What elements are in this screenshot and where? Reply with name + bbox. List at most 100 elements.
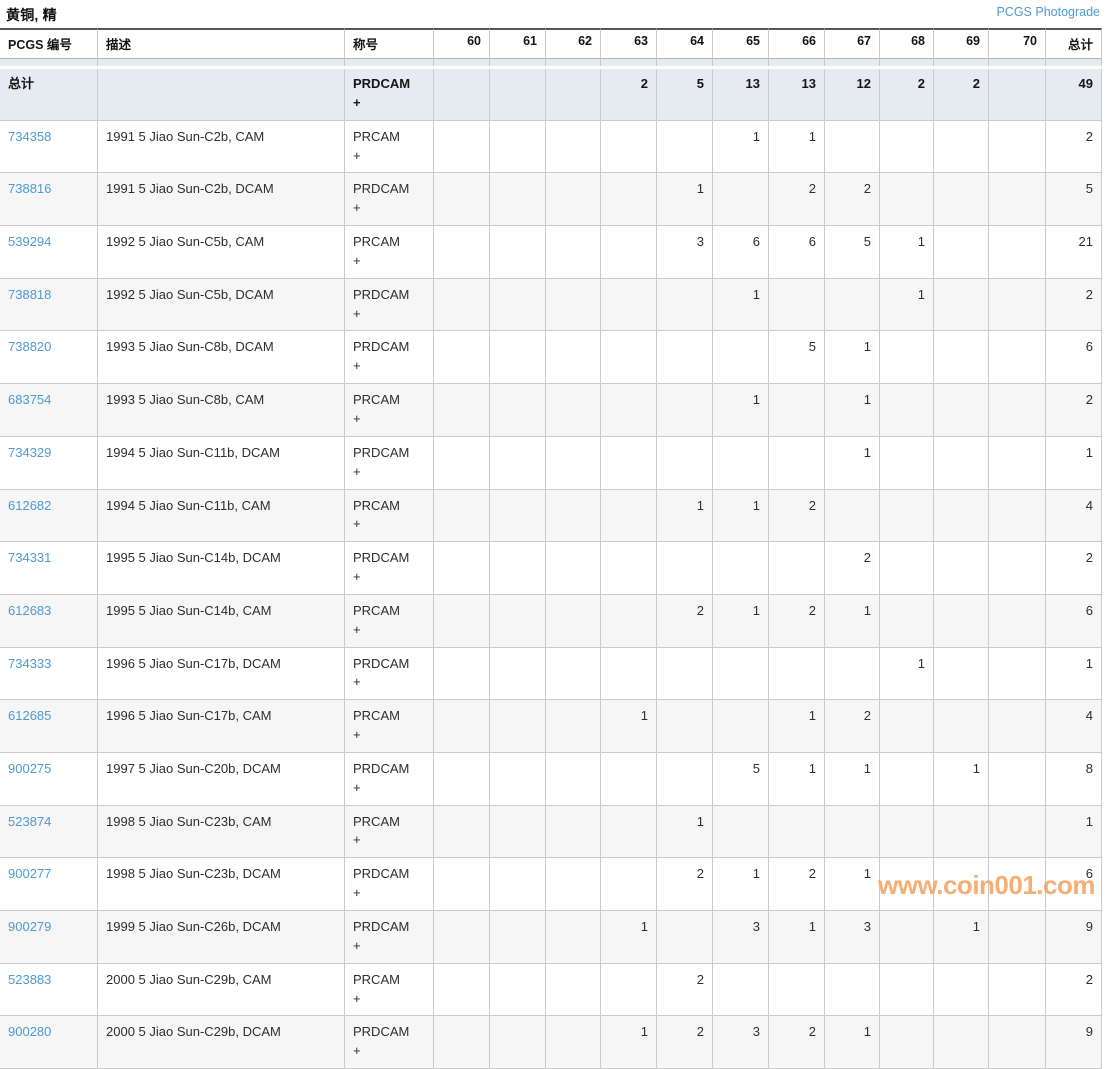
pcgs-number-cell: 612683: [0, 595, 98, 648]
grade-count-62: [546, 1016, 601, 1069]
grade-count-62: [546, 437, 601, 490]
pcgs-number-link[interactable]: 900279: [8, 919, 51, 934]
grade-count-65: [713, 648, 769, 701]
grade-count-60: [434, 121, 490, 174]
grade-count-62: [546, 226, 601, 279]
grade-count-63: [601, 806, 657, 859]
pcgs-number-cell: 900277: [0, 858, 98, 911]
grade-count-67: 1: [825, 595, 880, 648]
grade-count-62: [546, 964, 601, 1017]
pcgs-number-link[interactable]: 612682: [8, 498, 51, 513]
grade-count-68: [880, 490, 934, 543]
pcgs-number-cell: 683754: [0, 384, 98, 437]
spacer-cell: [98, 59, 345, 66]
grade-count-63: 1: [601, 700, 657, 753]
grade-count-63: [601, 279, 657, 332]
pcgs-number-cell: 738818: [0, 279, 98, 332]
pcgs-number-cell: 612685: [0, 700, 98, 753]
pcgs-number-link[interactable]: 734333: [8, 656, 51, 671]
grade-count-69: [934, 226, 989, 279]
grade-count-69: [934, 384, 989, 437]
pcgs-number-cell: 734358: [0, 121, 98, 174]
designation-label: PRCAM+: [345, 700, 434, 753]
grade-count-67: 1: [825, 1016, 880, 1069]
grade-count-68: 1: [880, 648, 934, 701]
designation-label: PRCAM+: [345, 964, 434, 1017]
column-header-total: 总计: [1046, 28, 1102, 59]
table-row: 7343581991 5 Jiao Sun-C2b, CAMPRCAM+112: [0, 121, 1102, 174]
grade-count-68: [880, 806, 934, 859]
designation-label: PRDCAM+: [345, 173, 434, 226]
grade-count-64: [657, 121, 713, 174]
pcgs-number-link[interactable]: 734329: [8, 445, 51, 460]
grade-count-61: [490, 911, 546, 964]
grade-count-65: [713, 542, 769, 595]
pcgs-number-link[interactable]: 523874: [8, 814, 51, 829]
grade-count-67: [825, 806, 880, 859]
designation-label: PRCAM+: [345, 226, 434, 279]
designation-label: PRCAM+: [345, 490, 434, 543]
grade-count-66: 2: [769, 490, 825, 543]
spacer-cell: [434, 59, 490, 66]
grade-count-61: [490, 648, 546, 701]
grade-count-67: [825, 964, 880, 1017]
pcgs-number-cell: 738820: [0, 331, 98, 384]
grade-count-67: 1: [825, 331, 880, 384]
grade-count-63: [601, 121, 657, 174]
pcgs-number-link[interactable]: 523883: [8, 972, 51, 987]
grade-count-69: [934, 437, 989, 490]
row-total: 21: [1046, 226, 1102, 279]
designation-label: PRDCAM+: [345, 279, 434, 332]
table-row: 6126851996 5 Jiao Sun-C17b, CAMPRCAM+112…: [0, 700, 1102, 753]
table-row: 9002802000 5 Jiao Sun-C29b, DCAMPRDCAM+1…: [0, 1016, 1102, 1069]
grade-count-66: [769, 806, 825, 859]
grade-count-61: [490, 806, 546, 859]
photograde-link[interactable]: PCGS Photograde: [996, 5, 1100, 19]
pcgs-number-link[interactable]: 612683: [8, 603, 51, 618]
grade-count-60: [434, 806, 490, 859]
grade-count-61: [490, 121, 546, 174]
pcgs-number-link[interactable]: 683754: [8, 392, 51, 407]
grade-count-67: [825, 490, 880, 543]
pcgs-number-cell: 734329: [0, 437, 98, 490]
designation-label: PRCAM+: [345, 121, 434, 174]
grade-count-64: 2: [657, 595, 713, 648]
grade-count-69: [934, 964, 989, 1017]
pcgs-number-link[interactable]: 900280: [8, 1024, 51, 1039]
pcgs-number-link[interactable]: 539294: [8, 234, 51, 249]
grade-count-69: [934, 1016, 989, 1069]
pcgs-number-link[interactable]: 738820: [8, 339, 51, 354]
coin-description: 2000 5 Jiao Sun-C29b, DCAM: [98, 1016, 345, 1069]
grade-count-62: [546, 858, 601, 911]
spacer-cell: [989, 59, 1046, 66]
grade-count-61: [490, 437, 546, 490]
pcgs-number-link[interactable]: 734358: [8, 129, 51, 144]
grade-count-67: 3: [825, 911, 880, 964]
grade-count-64: 1: [657, 806, 713, 859]
grade-count-70: [989, 490, 1046, 543]
grade-count-66: 1: [769, 700, 825, 753]
column-header-description: 描述: [98, 28, 345, 59]
pcgs-number-link[interactable]: 738818: [8, 287, 51, 302]
row-total: 1: [1046, 648, 1102, 701]
grade-count-62: [546, 911, 601, 964]
pcgs-number-link[interactable]: 738816: [8, 181, 51, 196]
grade-count-67: 1: [825, 753, 880, 806]
pcgs-number-link[interactable]: 612685: [8, 708, 51, 723]
coin-description: 1995 5 Jiao Sun-C14b, CAM: [98, 595, 345, 648]
pcgs-number-link[interactable]: 900275: [8, 761, 51, 776]
row-total: 9: [1046, 1016, 1102, 1069]
column-header-grade-66: 66: [769, 28, 825, 59]
grade-count-64: [657, 279, 713, 332]
grade-count-69: [934, 121, 989, 174]
grade-count-68: [880, 542, 934, 595]
column-header-grade-70: 70: [989, 28, 1046, 59]
pcgs-number-link[interactable]: 900277: [8, 866, 51, 881]
grade-count-67: 2: [825, 700, 880, 753]
grade-count-70: [989, 542, 1046, 595]
pcgs-number-link[interactable]: 734331: [8, 550, 51, 565]
grade-count-69: 1: [934, 753, 989, 806]
grade-count-63: [601, 964, 657, 1017]
grade-count-62: [546, 384, 601, 437]
grade-count-60: [434, 279, 490, 332]
